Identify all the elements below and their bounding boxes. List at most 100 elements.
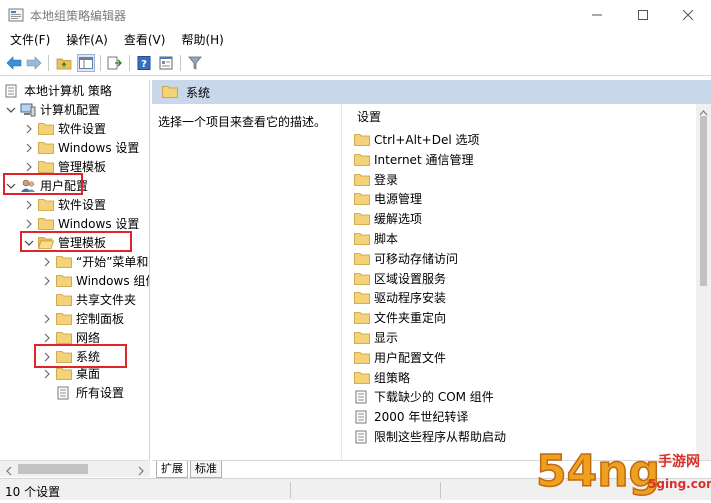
properties-icon <box>159 56 173 70</box>
list-item-folder[interactable]: 可移动存储访问 <box>354 249 458 268</box>
list-item-setting[interactable]: 2000 年世纪转译 <box>354 407 468 426</box>
tree-item-cc-windows[interactable]: Windows 设置 <box>24 138 139 157</box>
menu-view[interactable]: 查看(V) <box>116 30 174 50</box>
tree-item-root[interactable]: 本地计算机 策略 <box>4 81 112 100</box>
title-bar: 本地组策略编辑器 <box>0 0 711 30</box>
tab-standard[interactable]: 标准 <box>190 461 222 478</box>
list-item-folder[interactable]: 脚本 <box>354 229 398 248</box>
settings-list-icon <box>56 386 72 400</box>
list-item-folder[interactable]: 显示 <box>354 328 398 347</box>
folder-icon <box>354 152 370 166</box>
tree-item-uc-software[interactable]: 软件设置 <box>24 195 106 214</box>
close-button[interactable] <box>665 0 711 30</box>
tree-label: 软件设置 <box>58 122 107 136</box>
folder-icon <box>354 212 370 226</box>
chevron-right-icon[interactable] <box>42 314 52 324</box>
details-header: 系统 <box>152 80 711 104</box>
policy-editor-icon <box>8 7 24 23</box>
list-item-label: 用户配置文件 <box>374 350 447 365</box>
highlight-box-admin-templates <box>20 231 132 252</box>
watermark-brand: 54ng <box>536 446 660 497</box>
menu-file[interactable]: 文件(F) <box>0 30 58 50</box>
tree-item-shared-folders[interactable]: 共享文件夹 <box>56 290 136 309</box>
help-button[interactable]: ? <box>135 54 153 72</box>
folder-icon <box>38 198 54 212</box>
watermark-logo-icon: 54ng 手游网 5ging.com <box>535 445 711 498</box>
folder-icon <box>56 293 72 307</box>
list-item-folder[interactable]: 用户配置文件 <box>354 348 446 367</box>
tree-item-start-menu[interactable]: “开始”菜单和 <box>42 252 148 271</box>
list-item-folder[interactable]: Ctrl+Alt+Del 选项 <box>354 130 479 149</box>
settings-vertical-scrollbar[interactable] <box>696 104 711 460</box>
tab-extended[interactable]: 扩展 <box>156 461 188 478</box>
tree-item-windows-components[interactable]: Windows 组件 <box>42 271 149 290</box>
list-item-setting[interactable]: 限制这些程序从帮助启动 <box>354 427 506 446</box>
list-item-folder[interactable]: 电源管理 <box>354 189 422 208</box>
tree-label: 计算机配置 <box>40 103 101 117</box>
tree-item-computer-config[interactable]: 计算机配置 <box>6 100 100 119</box>
list-item-folder[interactable]: Internet 通信管理 <box>354 150 473 169</box>
filter-button[interactable] <box>186 54 204 72</box>
tree-label: 控制面板 <box>76 312 125 326</box>
chevron-right-icon[interactable] <box>42 276 52 286</box>
tree-horizontal-scrollbar[interactable] <box>0 460 150 477</box>
show-tree-button[interactable] <box>77 54 95 72</box>
details-pane: 系统 选择一个项目来查看它的描述。 设置 Ctrl+Alt+Del 选项 Inte… <box>152 80 711 460</box>
folder-icon <box>38 122 54 136</box>
scroll-right-icon[interactable] <box>136 465 146 476</box>
list-item-folder[interactable]: 文件夹重定向 <box>354 308 446 327</box>
chevron-right-icon[interactable] <box>24 162 34 172</box>
list-item-folder[interactable]: 驱动程序安装 <box>354 288 446 307</box>
policy-setting-icon <box>354 430 370 444</box>
chevron-right-icon[interactable] <box>24 124 34 134</box>
chevron-right-icon[interactable] <box>42 333 52 343</box>
scroll-left-icon[interactable] <box>4 465 14 476</box>
menu-help[interactable]: 帮助(H) <box>173 30 231 50</box>
tree-label: 本地计算机 策略 <box>24 84 112 98</box>
list-item-folder[interactable]: 区域设置服务 <box>354 269 446 288</box>
chevron-right-icon[interactable] <box>24 143 34 153</box>
list-item-folder[interactable]: 缓解选项 <box>354 209 422 228</box>
tree-item-control-panel[interactable]: 控制面板 <box>42 309 124 328</box>
site-watermark: 54ng 手游网 5ging.com <box>532 432 711 500</box>
properties-button[interactable] <box>157 54 175 72</box>
tree-view-icon <box>79 57 93 69</box>
list-item-folder[interactable]: 组策略 <box>354 368 410 387</box>
list-item-folder[interactable]: 登录 <box>354 170 398 189</box>
list-item-label: 可移动存储访问 <box>374 251 459 266</box>
export-list-button[interactable] <box>106 54 124 72</box>
forward-button[interactable] <box>25 54 43 72</box>
folder-icon <box>354 271 370 285</box>
menu-action[interactable]: 操作(A) <box>58 30 116 50</box>
chevron-right-icon[interactable] <box>24 219 34 229</box>
watermark-text: 手游网 <box>658 453 700 470</box>
scroll-thumb[interactable] <box>700 116 707 286</box>
list-item-setting[interactable]: 下载缺少的 COM 组件 <box>354 387 494 406</box>
back-button[interactable] <box>5 54 23 72</box>
tree-item-all-settings[interactable]: 所有设置 <box>56 383 124 402</box>
help-icon: ? <box>137 56 151 70</box>
minimize-button[interactable] <box>574 0 620 30</box>
chevron-right-icon[interactable] <box>42 257 52 267</box>
maximize-button[interactable] <box>620 0 666 30</box>
list-item-label: 显示 <box>374 331 399 345</box>
description-pane: 选择一个项目来查看它的描述。 <box>152 104 342 460</box>
tree-label: 共享文件夹 <box>76 293 137 307</box>
folder-icon <box>56 367 72 381</box>
folder-icon <box>56 255 72 269</box>
chevron-right-icon[interactable] <box>42 369 52 379</box>
chevron-right-icon[interactable] <box>24 200 34 210</box>
column-header-setting[interactable]: 设置 <box>344 107 694 127</box>
tree-label: “开始”菜单和 <box>76 255 149 269</box>
list-item-label: 缓解选项 <box>374 212 423 227</box>
policy-setting-icon <box>354 410 370 424</box>
tree-item-cc-software[interactable]: 软件设置 <box>24 119 106 138</box>
chevron-down-icon[interactable] <box>6 105 16 115</box>
scroll-thumb[interactable] <box>18 464 88 474</box>
list-item-label: 电源管理 <box>374 192 423 207</box>
up-folder-button[interactable] <box>55 54 73 72</box>
folder-icon <box>354 251 370 265</box>
menu-bar: 文件(F) 操作(A) 查看(V) 帮助(H) <box>0 30 711 50</box>
list-item-label: 组策略 <box>374 370 411 385</box>
folder-icon <box>56 331 72 345</box>
